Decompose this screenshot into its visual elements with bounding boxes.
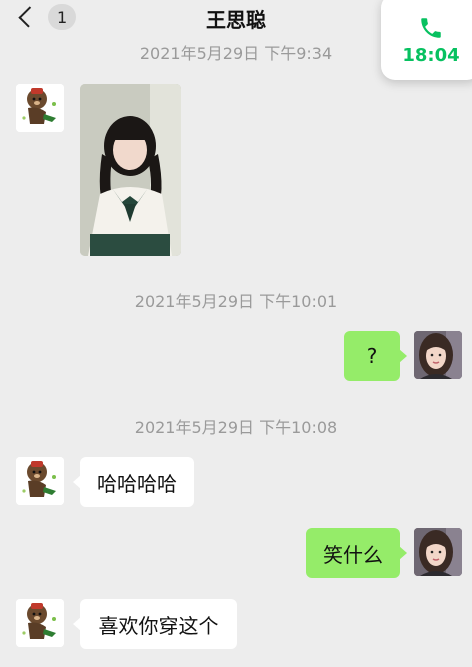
phone-icon — [421, 17, 441, 38]
girl-avatar-icon — [414, 528, 462, 576]
bear-avatar-icon — [16, 84, 64, 132]
my-avatar[interactable] — [414, 331, 462, 379]
timestamp-separator: 2021年5月29日 下午10:08 — [134, 418, 338, 437]
timestamp-separator: 2021年5月29日 下午10:01 — [134, 292, 338, 311]
outgoing-message-bubble[interactable]: ? — [344, 331, 407, 381]
contact-avatar[interactable] — [16, 84, 64, 132]
timestamp-separator: 2021年5月29日 下午9:34 — [139, 44, 333, 63]
incoming-message-bubble[interactable]: 哈哈哈哈 — [73, 457, 194, 507]
contact-avatar[interactable] — [16, 457, 64, 505]
contact-avatar[interactable] — [16, 599, 64, 647]
my-avatar[interactable] — [414, 528, 462, 576]
photo-thumbnail — [80, 84, 181, 256]
outgoing-message-bubble[interactable]: 笑什么 — [306, 528, 407, 578]
girl-avatar-icon — [414, 331, 462, 379]
image-message[interactable] — [80, 84, 181, 256]
bear-avatar-icon — [16, 457, 64, 505]
bear-avatar-icon — [16, 599, 64, 647]
incoming-message-bubble[interactable]: 喜欢你穿这个 — [73, 599, 237, 649]
